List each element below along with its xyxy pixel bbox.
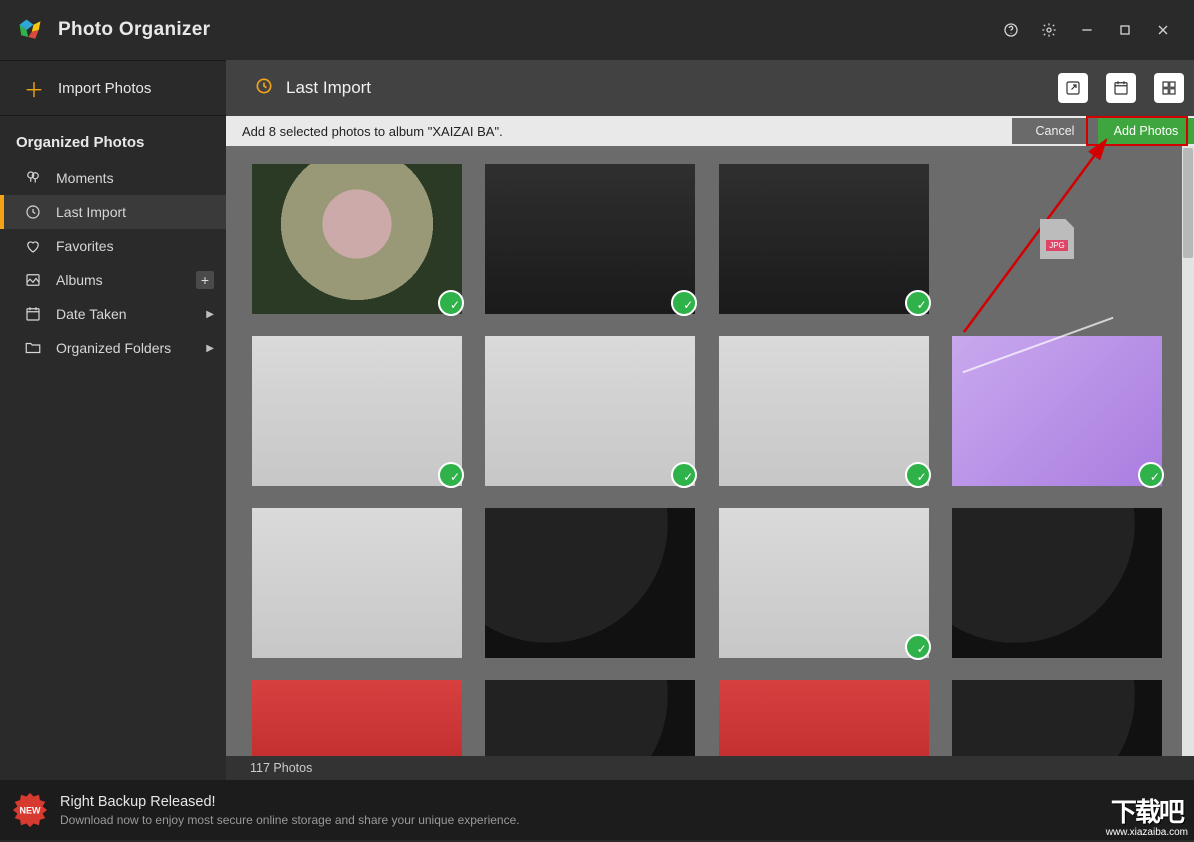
- photo-thumbnail[interactable]: ✓: [485, 164, 695, 314]
- chevron-right-icon: ▶: [206, 343, 214, 354]
- clock-icon: [254, 76, 274, 101]
- photo-thumbnail[interactable]: ✓: [952, 336, 1162, 486]
- main-area: Last Import Add 8 selected photos to alb…: [226, 60, 1194, 780]
- settings-button[interactable]: [1030, 11, 1068, 49]
- selected-check-icon: ✓: [450, 470, 460, 484]
- photo-thumbnail[interactable]: ✓: [252, 164, 462, 314]
- close-button[interactable]: [1144, 11, 1182, 49]
- photo-thumbnail[interactable]: [952, 508, 1162, 658]
- add-album-button[interactable]: +: [196, 271, 214, 289]
- thumbnail-image: [952, 508, 1162, 658]
- selected-check-icon: ✓: [450, 298, 460, 312]
- grid-view-button[interactable]: [1154, 73, 1184, 103]
- promo-banner[interactable]: NEW Right Backup Released! Download now …: [0, 780, 1194, 840]
- photo-thumbnail[interactable]: [252, 680, 462, 756]
- selected-check-icon: ✓: [683, 470, 693, 484]
- balloons-icon: [24, 169, 42, 187]
- titlebar: Photo Organizer: [0, 0, 1194, 60]
- thumbnail-image: [719, 680, 929, 756]
- sidebar-item-label: Favorites: [56, 238, 214, 254]
- sidebar-item-label: Moments: [56, 170, 214, 186]
- selected-check-icon: ✓: [917, 470, 927, 484]
- sidebar-item-label: Albums: [56, 272, 182, 288]
- cancel-button[interactable]: Cancel: [1012, 118, 1098, 144]
- photo-thumbnail[interactable]: [485, 680, 695, 756]
- app-logo-icon: [16, 16, 44, 44]
- thumbnail-image: [485, 680, 695, 756]
- sidebar-item-label: Date Taken: [56, 306, 192, 322]
- photo-thumbnail[interactable]: ✓: [719, 336, 929, 486]
- watermark: 下载吧 www.xiazaiba.com: [1106, 798, 1188, 838]
- image-icon: [24, 271, 42, 289]
- add-photos-button[interactable]: Add Photos: [1098, 118, 1194, 144]
- selected-check-icon: ✓: [1150, 470, 1160, 484]
- photo-thumbnail[interactable]: ✓: [485, 336, 695, 486]
- help-button[interactable]: [992, 11, 1030, 49]
- promo-title: Right Backup Released!: [60, 794, 520, 810]
- selected-check-icon: ✓: [917, 642, 927, 656]
- promo-subtitle: Download now to enjoy most secure online…: [60, 813, 520, 827]
- thumbnail-image: [952, 336, 1162, 486]
- thumbnail-image: [252, 336, 462, 486]
- sidebar-item-label: Last Import: [56, 204, 214, 220]
- photo-thumbnail[interactable]: [952, 680, 1162, 756]
- thumbnail-image: [252, 508, 462, 658]
- chevron-right-icon: ▶: [206, 309, 214, 320]
- thumbnail-image: [952, 680, 1162, 756]
- thumbnail-image: [252, 164, 462, 314]
- view-header: Last Import: [226, 60, 1194, 116]
- new-badge-icon: NEW: [12, 792, 48, 828]
- jpg-placeholder-icon: JPG: [1040, 219, 1074, 259]
- action-message: Add 8 selected photos to album "XAIZAI B…: [242, 124, 503, 139]
- plus-icon: ＋: [24, 74, 44, 103]
- heart-icon: [24, 237, 42, 255]
- clock-icon: [24, 203, 42, 221]
- photo-thumbnail[interactable]: ✓: [719, 508, 929, 658]
- sidebar-section-label: Organized Photos: [0, 116, 226, 161]
- photo-grid: ✓ ✓ ✓ JPG ✓ ✓ ✓ ✓ ✓: [226, 146, 1182, 756]
- photo-thumbnail[interactable]: ✓: [252, 336, 462, 486]
- view-title: Last Import: [286, 78, 371, 98]
- scrollbar-handle[interactable]: [1183, 148, 1193, 258]
- sidebar-item-last-import[interactable]: Last Import: [0, 195, 226, 229]
- photo-thumbnail[interactable]: [719, 680, 929, 756]
- import-photos-button[interactable]: ＋ Import Photos: [0, 60, 226, 116]
- selected-check-icon: ✓: [683, 298, 693, 312]
- photo-thumbnail[interactable]: [252, 508, 462, 658]
- thumbnail-image: [485, 508, 695, 658]
- action-bar: Add 8 selected photos to album "XAIZAI B…: [226, 116, 1194, 146]
- sidebar-item-albums[interactable]: Albums +: [0, 263, 226, 297]
- calendar-view-button[interactable]: [1106, 73, 1136, 103]
- sidebar-item-favorites[interactable]: Favorites: [0, 229, 226, 263]
- thumbnail-image: [719, 336, 929, 486]
- photo-thumbnail[interactable]: [485, 508, 695, 658]
- photo-thumbnail[interactable]: ✓: [719, 164, 929, 314]
- sidebar-item-label: Organized Folders: [56, 340, 192, 356]
- photo-count: 117 Photos: [250, 761, 312, 775]
- status-bar: 117 Photos: [226, 756, 1194, 780]
- sidebar-item-organized-folders[interactable]: Organized Folders ▶: [0, 331, 226, 365]
- svg-text:NEW: NEW: [20, 806, 42, 816]
- app-title: Photo Organizer: [58, 19, 210, 41]
- sidebar-item-moments[interactable]: Moments: [0, 161, 226, 195]
- thumbnail-image: [719, 164, 929, 314]
- sidebar-item-date-taken[interactable]: Date Taken ▶: [0, 297, 226, 331]
- sidebar: ＋ Import Photos Organized Photos Moments…: [0, 60, 226, 780]
- maximize-button[interactable]: [1106, 11, 1144, 49]
- export-button[interactable]: [1058, 73, 1088, 103]
- folder-icon: [24, 339, 42, 357]
- selected-check-icon: ✓: [917, 298, 927, 312]
- vertical-scrollbar[interactable]: [1182, 146, 1194, 756]
- thumbnail-image: [485, 164, 695, 314]
- thumbnail-image: [252, 680, 462, 756]
- import-label: Import Photos: [58, 80, 151, 97]
- minimize-button[interactable]: [1068, 11, 1106, 49]
- calendar-icon: [24, 305, 42, 323]
- thumbnail-image: [485, 336, 695, 486]
- thumbnail-image: [719, 508, 929, 658]
- photo-thumbnail[interactable]: JPG: [952, 164, 1162, 314]
